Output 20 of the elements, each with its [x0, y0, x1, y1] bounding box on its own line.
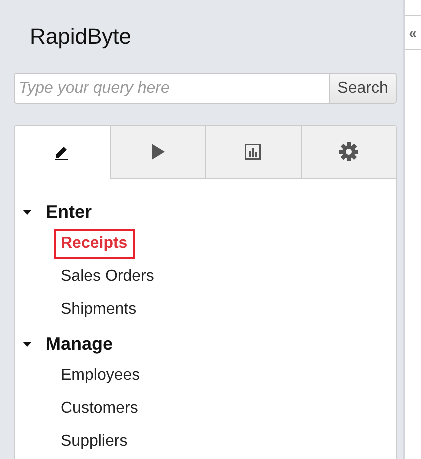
- app-title: RapidByte: [30, 24, 133, 50]
- tree-group-label[interactable]: Manage: [46, 334, 114, 354]
- play-icon: [150, 144, 165, 160]
- settings-icon: [338, 142, 359, 162]
- tree-item[interactable]: Receipts: [54, 228, 135, 258]
- collapse-button[interactable]: «: [405, 15, 421, 50]
- tree-group-label[interactable]: Enter: [46, 202, 92, 222]
- tree-item[interactable]: Customers: [54, 394, 146, 424]
- tab[interactable]: [300, 126, 396, 179]
- tree-item[interactable]: Suppliers: [54, 426, 135, 456]
- tab[interactable]: [110, 126, 205, 179]
- search-field[interactable]: Type your query here: [14, 73, 329, 104]
- tab[interactable]: [205, 126, 300, 179]
- bar-chart-icon: [245, 144, 262, 160]
- caret-icon[interactable]: [23, 208, 32, 216]
- tree-item[interactable]: Sales Orders: [54, 262, 162, 292]
- search-button[interactable]: Search: [329, 73, 397, 104]
- caret-icon[interactable]: [23, 340, 32, 348]
- tree-item[interactable]: Employees: [54, 360, 148, 390]
- tree-item[interactable]: Shipments: [54, 294, 144, 324]
